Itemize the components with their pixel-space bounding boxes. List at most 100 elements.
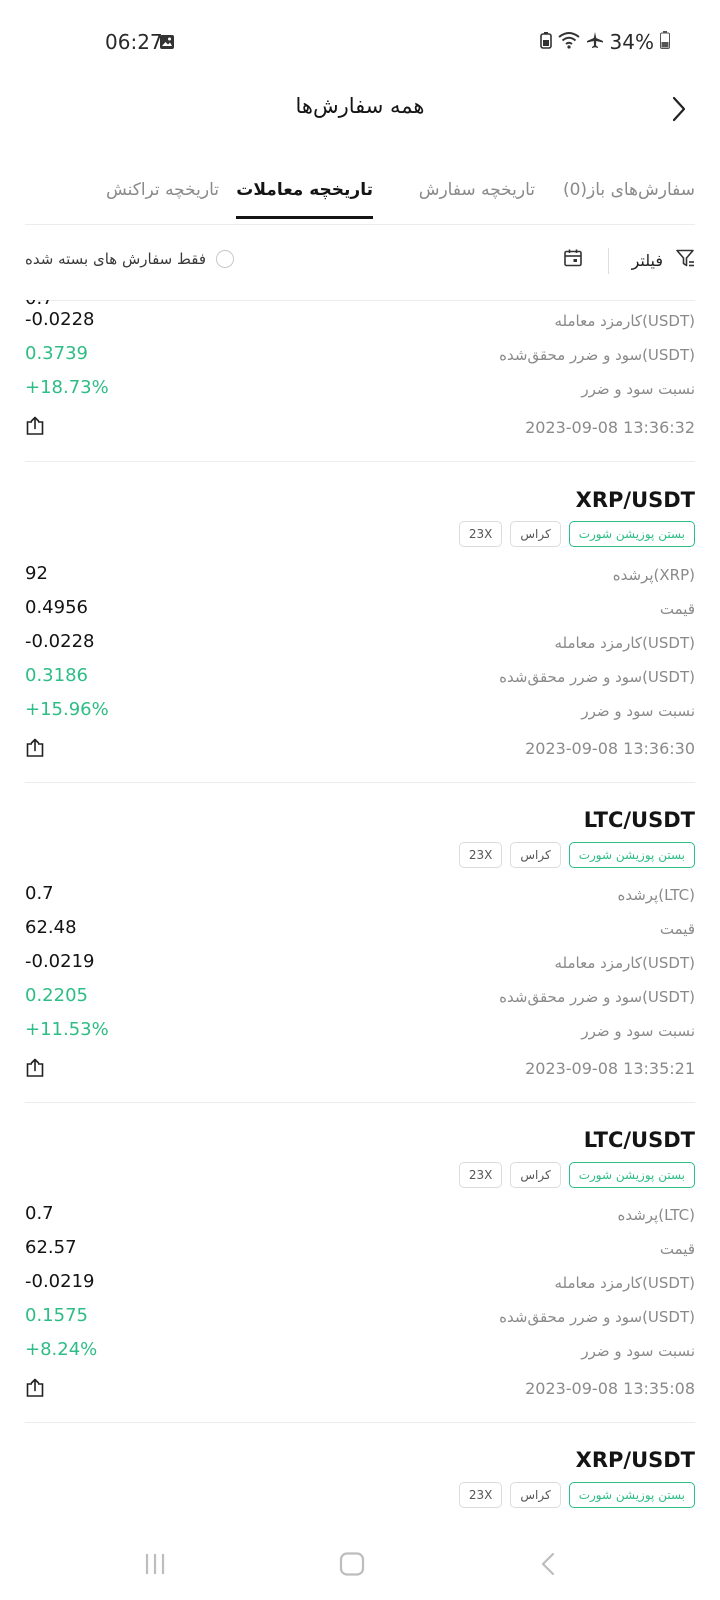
trade-tags: بستن پوزیشن شورت کراس 23X [458, 1482, 695, 1508]
leverage-tag: 23X [458, 521, 503, 547]
filled-row: 92 پرشده(XRP) [25, 560, 695, 594]
fee-row: -0.0228 کارمزد معامله(USDT) [25, 628, 695, 662]
home-icon[interactable] [339, 1552, 365, 1580]
price-row: 0.4956 قیمت [25, 594, 695, 628]
share-icon[interactable] [25, 738, 45, 762]
back-chevron-icon[interactable] [672, 96, 686, 126]
pnl-ratio-label: نسبت سود و ضرر [581, 702, 695, 720]
pnl-value: 0.3186 [25, 665, 88, 686]
fee-value: -0.0219 [25, 1271, 95, 1292]
filter-button[interactable]: فیلتر [632, 248, 695, 272]
share-icon[interactable] [25, 416, 45, 440]
card-divider [25, 782, 695, 783]
fee-label: کارمزد معامله(USDT) [554, 312, 695, 330]
margin-tag: کراس [510, 1162, 561, 1188]
pnl-label: سود و ضرر محقق‌شده(USDT) [499, 1308, 695, 1326]
side-tag: بستن پوزیشن شورت [568, 1482, 695, 1508]
side-tag: بستن پوزیشن شورت [568, 842, 695, 868]
tab-transaction-history[interactable]: تاریخچه تراکنش [106, 180, 219, 200]
trade-tags: بستن پوزیشن شورت کراس 23X [458, 521, 695, 547]
closed-only-radio[interactable] [216, 250, 234, 268]
filter-label: فیلتر [631, 250, 663, 270]
share-icon[interactable] [25, 1378, 45, 1402]
tab-order-history[interactable]: تاریخچه سفارش [419, 180, 535, 200]
pnl-ratio-value: +11.53% [25, 1019, 109, 1040]
active-tab-underline [236, 216, 373, 219]
status-time: 06:27 [105, 30, 163, 54]
filter-bar: فقط سفارش های بسته شده فیلتر [25, 224, 695, 301]
pnl-ratio-value: +8.24% [25, 1339, 98, 1360]
trade-pair: XRP/USDT [575, 488, 695, 512]
share-icon[interactable] [25, 1058, 45, 1082]
pnl-ratio-row: +18.73% نسبت سود و ضرر [25, 374, 695, 408]
tab-label: تاریخچه سفارش [418, 180, 535, 200]
trade-pair: LTC/USDT [583, 1128, 695, 1152]
pnl-value: 0.3739 [25, 343, 88, 364]
margin-tag: کراس [510, 842, 561, 868]
margin-tag: کراس [510, 1482, 561, 1508]
page-title: همه سفارش‌ها [295, 94, 425, 118]
pnl-row: 0.3186 سود و ضرر محقق‌شده(USDT) [25, 662, 695, 696]
pnl-label: سود و ضرر محقق‌شده(USDT) [499, 988, 695, 1006]
pnl-value: 0.2205 [25, 985, 88, 1006]
pnl-ratio-row: +11.53% نسبت سود و ضرر [25, 1016, 695, 1050]
side-tag: بستن پوزیشن شورت [568, 521, 695, 547]
trade-pair: XRP/USDT [575, 1448, 695, 1472]
system-nav-bar [0, 1530, 720, 1600]
trade-pair: LTC/USDT [583, 808, 695, 832]
trade-datetime: 2023-09-08 13:36:32 [525, 418, 695, 437]
fee-value: -0.0228 [25, 631, 95, 652]
price-value: 62.48 [25, 917, 77, 938]
status-bar: 06:27 34% [0, 0, 720, 86]
pnl-ratio-label: نسبت سود و ضرر [581, 1342, 695, 1360]
trade-tags: بستن پوزیشن شورت کراس 23X [458, 842, 695, 868]
battery-percent: 34% [609, 30, 654, 54]
filter-separator [608, 248, 609, 274]
filled-label: پرشده(LTC) [617, 886, 695, 904]
side-tag: بستن پوزیشن شورت [568, 1162, 695, 1188]
recents-icon[interactable] [144, 1552, 166, 1580]
back-icon[interactable] [540, 1552, 556, 1580]
trade-tags: بستن پوزیشن شورت کراس 23X [458, 1162, 695, 1188]
tab-label: تاریخچه تراکنش [105, 180, 219, 200]
pnl-label: سود و ضرر محقق‌شده(USDT) [499, 668, 695, 686]
fee-row: -0.0219 کارمزد معامله(USDT) [25, 948, 695, 982]
price-label: قیمت [659, 600, 695, 618]
card-divider [25, 461, 695, 462]
pnl-value: 0.1575 [25, 1305, 88, 1326]
calendar-icon[interactable] [563, 248, 583, 272]
pnl-ratio-row: +8.24% نسبت سود و ضرر [25, 1336, 695, 1370]
fee-row: -0.0228 کارمزد معامله(USDT) [25, 306, 695, 340]
price-label: قیمت [659, 1240, 695, 1258]
fee-row: -0.0219 کارمزد معامله(USDT) [25, 1268, 695, 1302]
image-icon [159, 34, 175, 54]
battery-icon [660, 30, 670, 54]
price-row: 62.57 قیمت [25, 1234, 695, 1268]
pnl-row: 0.2205 سود و ضرر محقق‌شده(USDT) [25, 982, 695, 1016]
trade-datetime: 2023-09-08 13:35:21 [525, 1059, 695, 1078]
airplane-mode-icon [586, 30, 604, 54]
pnl-ratio-label: نسبت سود و ضرر [581, 1022, 695, 1040]
pnl-ratio-label: نسبت سود و ضرر [581, 380, 695, 398]
filled-value: 0.7 [25, 1203, 54, 1224]
trade-list[interactable]: 0.7 -0.0228 کارمزد معامله(USDT) 0.3739 س… [0, 300, 720, 1530]
pnl-ratio-value: +18.73% [25, 377, 109, 398]
pnl-row: 0.1575 سود و ضرر محقق‌شده(USDT) [25, 1302, 695, 1336]
filled-value: 92 [25, 563, 48, 584]
tab-open-orders[interactable]: سفارش‌های باز(0) [563, 180, 695, 200]
price-row: 62.48 قیمت [25, 914, 695, 948]
pnl-ratio-value: +15.96% [25, 699, 109, 720]
app-header: همه سفارش‌ها [0, 86, 720, 148]
fee-label: کارمزد معامله(USDT) [554, 954, 695, 972]
tab-trade-history[interactable]: تاریخچه معاملات [236, 180, 373, 219]
fee-value: -0.0219 [25, 951, 95, 972]
pnl-label: سود و ضرر محقق‌شده(USDT) [499, 346, 695, 364]
leverage-tag: 23X [458, 1162, 503, 1188]
filled-row: 0.7 پرشده(LTC) [25, 1200, 695, 1234]
trade-datetime: 2023-09-08 13:35:08 [525, 1379, 695, 1398]
battery-saver-icon [539, 30, 552, 54]
price-value: 62.57 [25, 1237, 77, 1258]
trade-datetime: 2023-09-08 13:36:30 [525, 739, 695, 758]
closed-only-toggle[interactable]: فقط سفارش های بسته شده [25, 250, 234, 268]
price-value: 0.4956 [25, 597, 88, 618]
